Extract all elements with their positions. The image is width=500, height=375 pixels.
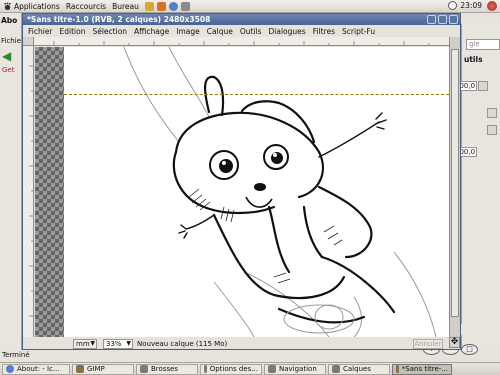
clock[interactable]: 23:09 bbox=[448, 1, 482, 10]
taskbar-item-sans-titre[interactable]: *Sans titre-... bbox=[392, 363, 452, 375]
task-label: *Sans titre-... bbox=[401, 365, 448, 373]
browser-icon bbox=[6, 365, 14, 373]
spin-up-icon[interactable] bbox=[478, 81, 488, 91]
menu-affichage[interactable]: Affichage bbox=[134, 27, 169, 36]
menu-applications[interactable]: Applications bbox=[14, 2, 60, 11]
menu-image[interactable]: Image bbox=[176, 27, 200, 36]
gimp-image-icon bbox=[396, 365, 399, 373]
taskbar-item-options[interactable]: Options des... bbox=[200, 363, 262, 375]
transparency-checkerboard bbox=[35, 47, 64, 337]
unit-value: mm bbox=[76, 340, 90, 348]
zoom-value: 33% bbox=[106, 340, 122, 348]
window-titlebar[interactable]: *Sans titre-1.0 (RVB, 2 calques) 2480x35… bbox=[23, 14, 460, 25]
taskbar-item-navigation[interactable]: Navigation bbox=[264, 363, 326, 375]
scrollbar-thumb[interactable] bbox=[451, 49, 459, 317]
chevron-down-icon: ▼ bbox=[90, 340, 95, 347]
top-panel: Applications Raccourcis Bureau 23:09 bbox=[0, 0, 500, 13]
window-controls bbox=[425, 15, 458, 24]
menu-edition[interactable]: Edition bbox=[60, 27, 86, 36]
unit-selector[interactable]: mm ▼ bbox=[73, 339, 97, 349]
launcher-icon-1[interactable] bbox=[144, 1, 154, 11]
background-window-left: Abo Fichie ◀ Get bbox=[0, 13, 22, 350]
menu-raccourcis[interactable]: Raccourcis bbox=[66, 2, 106, 11]
taskbar-item-calques[interactable]: Calques bbox=[328, 363, 390, 375]
launcher-icon-4[interactable] bbox=[180, 1, 190, 11]
statusbar: mm ▼ 33% ▼ Nouveau calque (115 Mo) Annul… bbox=[23, 338, 449, 350]
vertical-ruler[interactable] bbox=[23, 46, 34, 337]
ruler-ticks-icon bbox=[29, 65, 33, 317]
bg-window-menu[interactable]: Fichie bbox=[1, 37, 21, 45]
taskbar-item-brosses[interactable]: Brosses bbox=[136, 363, 198, 375]
menu-dialogues[interactable]: Dialogues bbox=[269, 27, 306, 36]
window-title: *Sans titre-1.0 (RVB, 2 calques) 2480x35… bbox=[27, 15, 211, 24]
task-label: Options des... bbox=[209, 365, 258, 373]
background-dock-right: gle utils 100,0 100,0 calque rian ⚓ 🗑 33… bbox=[413, 24, 500, 355]
menu-bureau[interactable]: Bureau bbox=[112, 2, 139, 11]
drawing-layer[interactable] bbox=[64, 47, 449, 337]
horizontal-ruler[interactable] bbox=[34, 37, 449, 46]
close-icon[interactable] bbox=[449, 15, 458, 24]
menubar: Fichier Edition Sélection Affichage Imag… bbox=[23, 25, 460, 37]
back-arrow-icon[interactable]: ◀ bbox=[2, 49, 11, 63]
zoom-fit-icon[interactable]: □ bbox=[461, 344, 478, 355]
rabbit-sketch-illustration bbox=[123, 47, 437, 337]
navigate-icon[interactable]: ✥ bbox=[449, 337, 460, 348]
chevron-down-icon: ▼ bbox=[126, 340, 131, 347]
taskbar: About: - Ic... GIMP Brosses Options des.… bbox=[0, 362, 500, 375]
task-label: Calques bbox=[343, 365, 371, 373]
maximize-icon[interactable] bbox=[438, 15, 447, 24]
status-message: Nouveau calque (115 Mo) bbox=[137, 340, 228, 348]
layers-icon bbox=[332, 365, 340, 373]
menu-outils[interactable]: Outils bbox=[240, 27, 262, 36]
menu-calque[interactable]: Calque bbox=[207, 27, 233, 36]
zoom-selector[interactable]: 33% ▼ bbox=[103, 339, 133, 349]
launcher-icon-3[interactable] bbox=[168, 1, 178, 11]
ruler-ticks-icon bbox=[53, 41, 430, 45]
task-label: Navigation bbox=[279, 365, 317, 373]
task-label: GIMP bbox=[87, 365, 105, 373]
clock-icon bbox=[448, 1, 458, 10]
gnome-foot-icon bbox=[4, 1, 11, 10]
menu-fichier[interactable]: Fichier bbox=[28, 27, 53, 36]
menu-filtres[interactable]: Filtres bbox=[313, 27, 335, 36]
quick-mask-corner-button[interactable] bbox=[23, 37, 34, 46]
dock-button[interactable] bbox=[487, 108, 497, 118]
brush-icon bbox=[140, 365, 148, 373]
taskbar-item-about[interactable]: About: - Ic... bbox=[2, 363, 70, 375]
vertical-scrollbar[interactable] bbox=[449, 37, 460, 337]
taskbar-item-gimp[interactable]: GIMP bbox=[72, 363, 134, 375]
browser-status-text: Terminé bbox=[2, 351, 30, 359]
menu-script-fu[interactable]: Script-Fu bbox=[342, 27, 375, 36]
task-label: About: - Ic... bbox=[17, 365, 60, 373]
task-label: Brosses bbox=[151, 365, 179, 373]
launcher-icon-2[interactable] bbox=[156, 1, 166, 11]
navigation-icon bbox=[268, 365, 276, 373]
tool-options-icon bbox=[204, 365, 207, 373]
gimp-image-window: *Sans titre-1.0 (RVB, 2 calques) 2480x35… bbox=[22, 13, 461, 350]
logout-icon[interactable] bbox=[487, 1, 497, 11]
clock-time: 23:09 bbox=[460, 1, 482, 10]
bg-window-title: Abo bbox=[1, 16, 18, 25]
image-canvas[interactable] bbox=[35, 47, 449, 337]
menu-selection[interactable]: Sélection bbox=[92, 27, 127, 36]
search-input[interactable]: gle bbox=[466, 39, 500, 50]
cancel-button[interactable]: Annuler bbox=[413, 339, 443, 349]
bg-window-link[interactable]: Get bbox=[2, 66, 14, 74]
horizontal-guide[interactable] bbox=[64, 94, 449, 95]
gimp-icon bbox=[76, 365, 84, 373]
dock-button[interactable] bbox=[487, 125, 497, 135]
minimize-icon[interactable] bbox=[427, 15, 436, 24]
dock-title: utils bbox=[464, 55, 483, 64]
